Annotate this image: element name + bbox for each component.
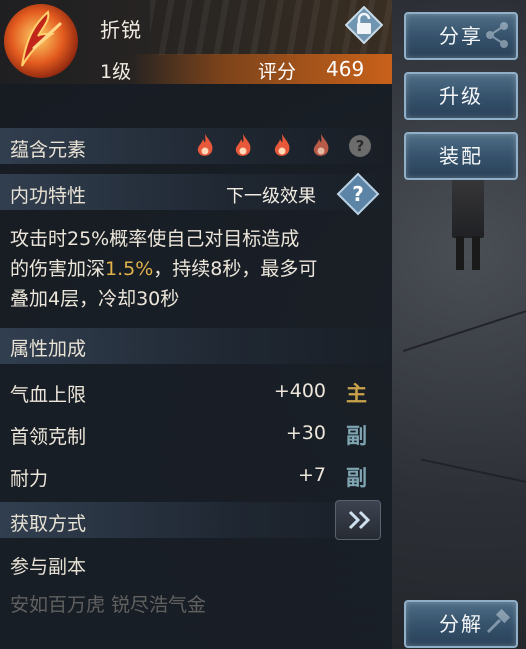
rating-label: 评分 <box>258 61 297 83</box>
hammer-icon <box>486 608 511 634</box>
item-name: 折锐 <box>100 18 142 42</box>
internal-description: 攻击时25%概率使自己对目标造成 的伤害加深1.5%，持续8秒，最多可 叠加4层… <box>10 224 370 314</box>
lock-icon[interactable] <box>344 5 384 45</box>
item-level: 1级 <box>100 61 132 83</box>
stat-name-hp: 气血上限 <box>10 384 87 406</box>
arrow-right-icon <box>348 510 371 530</box>
svg-text:?: ? <box>352 182 364 206</box>
element-help-icon[interactable]: ? <box>349 135 371 157</box>
acquire-faded-text: 安如百万虎 锐尽浩气金 <box>10 594 207 616</box>
elements-label: 蕴含元素 <box>10 139 87 161</box>
upgrade-button[interactable]: 升级 <box>404 72 518 120</box>
flame-icon <box>313 134 329 156</box>
acquire-label: 获取方式 <box>10 513 87 535</box>
stat-value-boss: +30 <box>285 422 326 444</box>
acquire-method: 参与副本 <box>10 556 87 578</box>
desc-highlight: 1.5% <box>105 258 154 280</box>
upgrade-label: 升级 <box>439 84 483 108</box>
internal-label: 内功特性 <box>10 185 87 207</box>
disassemble-button[interactable]: 分解 <box>404 600 518 648</box>
equip-label: 装配 <box>439 144 483 168</box>
flame-icon <box>274 134 290 156</box>
flame-icon <box>197 134 213 156</box>
acquire-go-button[interactable] <box>335 500 381 540</box>
question-icon[interactable]: ? <box>336 172 380 216</box>
attributes-label: 属性加成 <box>10 338 87 360</box>
rating-value: 469 <box>326 57 365 81</box>
stat-value-hp: +400 <box>273 380 326 402</box>
desc-line-2b: ，持续8秒，最多可 <box>153 258 318 280</box>
desc-line-2a: 的伤害加深 <box>10 258 106 280</box>
share-button[interactable]: 分享 <box>404 12 518 60</box>
stat-tag-sub: 副 <box>346 466 367 490</box>
share-label: 分享 <box>439 24 483 48</box>
stat-tag-sub: 副 <box>346 424 367 448</box>
stat-name-boss: 首领克制 <box>10 426 87 448</box>
equip-button[interactable]: 装配 <box>404 132 518 180</box>
stat-value-stamina: +7 <box>297 464 326 486</box>
share-icon <box>486 22 508 48</box>
item-header: 折锐 1级 评分 469 <box>0 0 392 84</box>
item-detail-panel: 折锐 1级 评分 469 蕴含元素 ? 内功特性 下一级效果 ? 攻击时25%概… <box>0 0 392 649</box>
flame-icon <box>235 134 251 156</box>
item-emblem-icon <box>4 4 78 78</box>
desc-line-3: 叠加4层，冷却30秒 <box>10 288 180 310</box>
next-effect-link[interactable]: 下一级效果 <box>226 182 316 208</box>
desc-line-1: 攻击时25%概率使自己对目标造成 <box>10 228 300 250</box>
stat-tag-main: 主 <box>346 382 367 406</box>
stat-name-stamina: 耐力 <box>10 468 49 490</box>
disassemble-label: 分解 <box>439 612 483 636</box>
